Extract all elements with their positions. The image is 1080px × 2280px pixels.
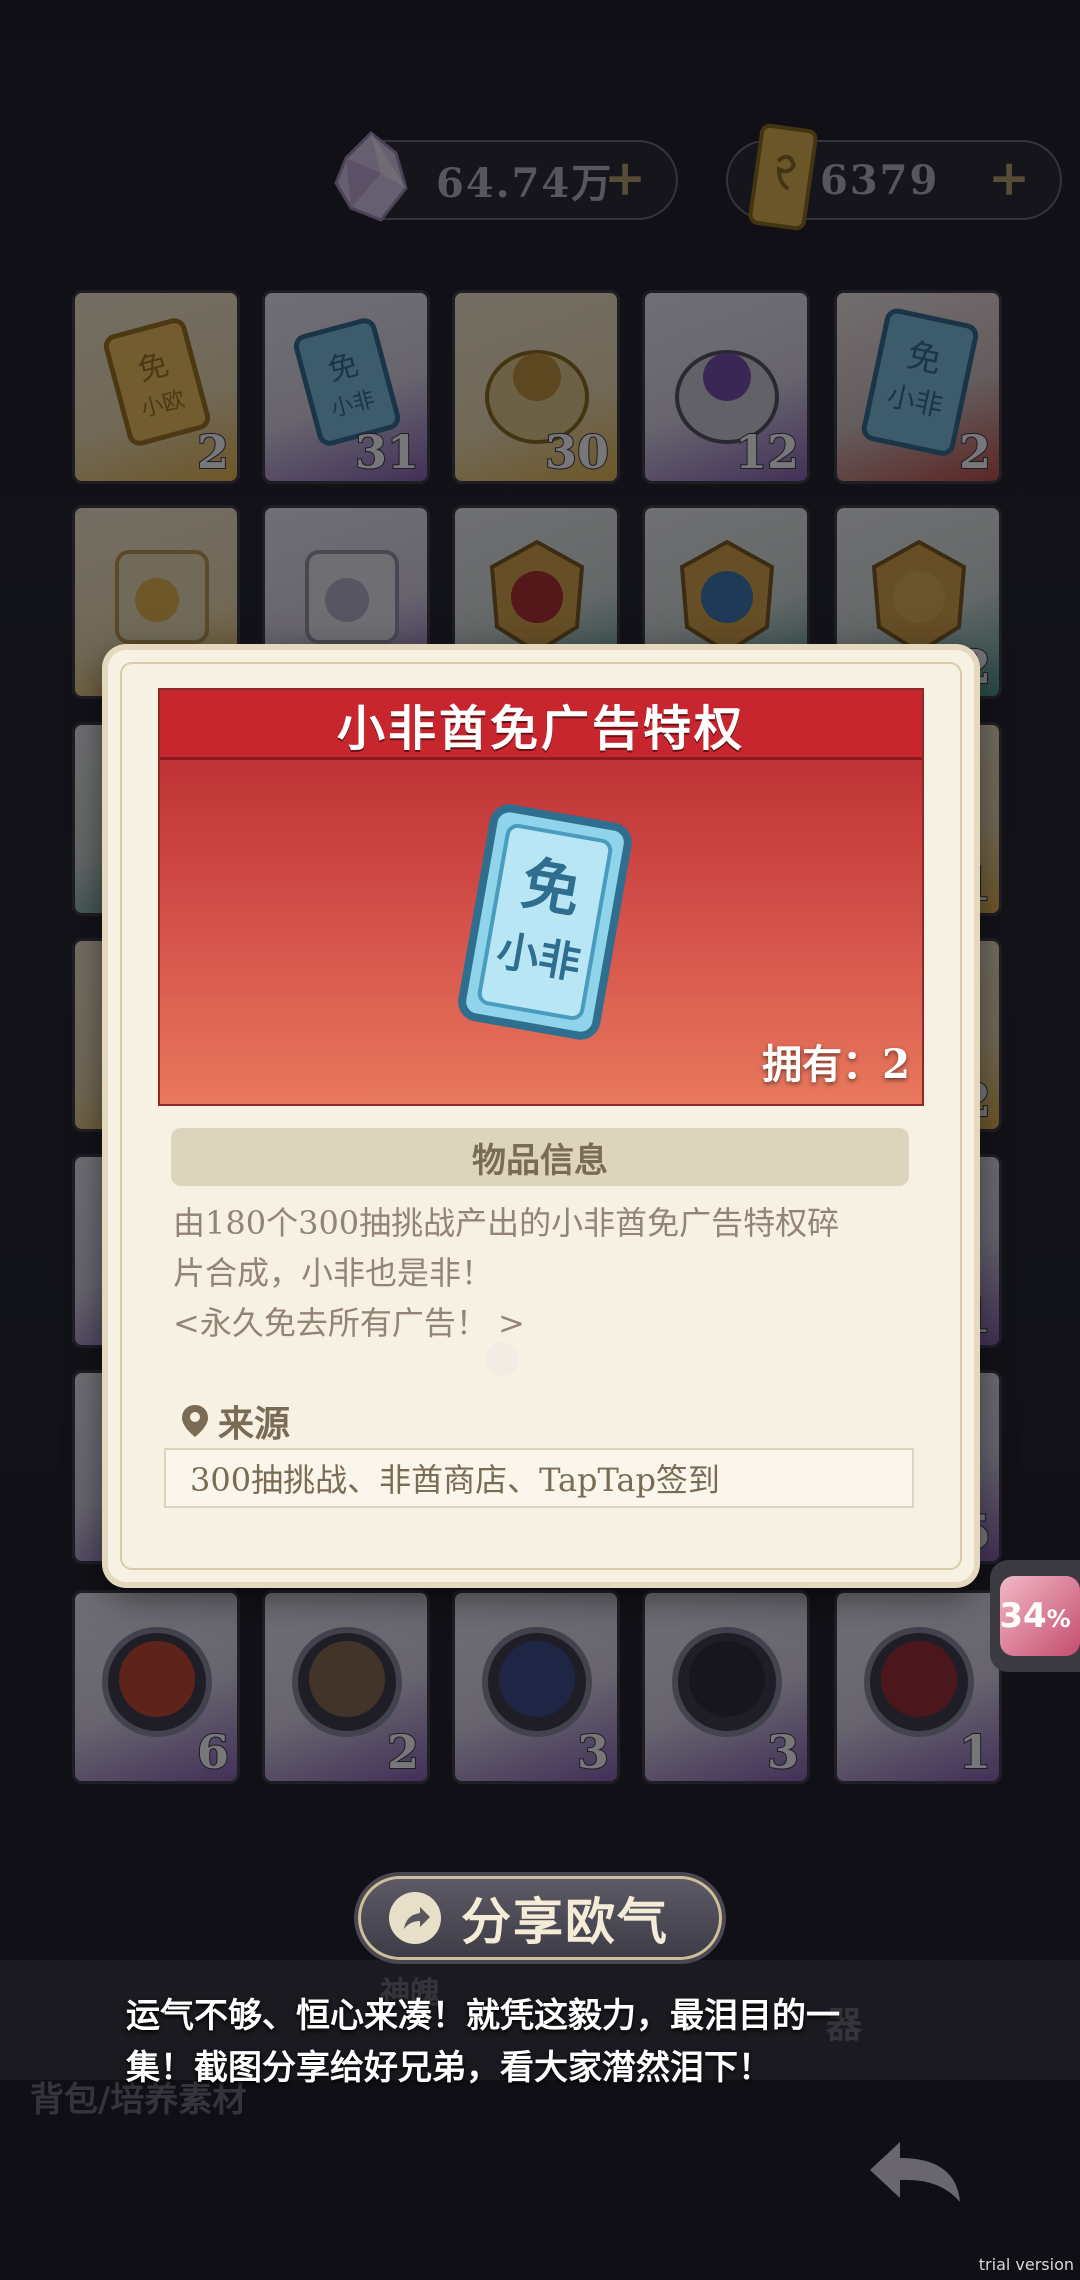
item-count: 1	[958, 1724, 992, 1780]
inventory-item[interactable]: 2	[262, 1590, 430, 1784]
caption-line: 集！截图分享给好兄弟，看大家潸然泪下！	[126, 2048, 772, 2088]
share-luck-button[interactable]: 分享欧气	[358, 1876, 722, 1960]
item-info-header: 物品信息	[171, 1128, 909, 1186]
share-caption: 运气不够、恒心来凑！就凭这毅力，最泪目的一 集！截图分享给好兄弟，看大家潸然泪下…	[126, 1990, 966, 2094]
source-list[interactable]: 300抽挑战、非酋商店、TapTap签到	[164, 1448, 914, 1508]
inventory-item[interactable]: 免 小非 2	[834, 290, 1002, 484]
share-label: 分享欧气	[461, 1892, 669, 1951]
item-count: 2	[958, 424, 992, 480]
item-count: 31	[354, 424, 420, 480]
inventory-item[interactable]: 6	[72, 1590, 240, 1784]
item-title: 小非酋免广告特权	[336, 700, 745, 757]
inventory-item[interactable]: 3	[452, 1590, 620, 1784]
description-line: 由180个300抽挑战产出的小非酋免广告特权碎	[173, 1204, 840, 1242]
description-line: <永久免去所有广告！ >	[173, 1304, 525, 1342]
source-heading: 来源	[180, 1395, 290, 1447]
gold-ticket-icon	[748, 123, 818, 231]
inventory-item[interactable]: 3	[642, 1590, 810, 1784]
item-count: 3	[576, 1724, 610, 1780]
caption-line: 运气不够、恒心来凑！就凭这毅力，最泪目的一	[126, 1996, 840, 2036]
item-detail-modal: 小非酋免广告特权 免 小非 拥有：2 物品信息 由180个300抽挑战产出的小非…	[108, 650, 974, 1582]
source-label: 来源	[218, 1403, 291, 1445]
back-arrow-icon[interactable]	[860, 2130, 970, 2210]
inventory-item[interactable]: 免 小欧 2	[72, 290, 240, 484]
watermark: trial version	[978, 2255, 1074, 2274]
inventory-item[interactable]: 30	[452, 290, 620, 484]
location-pin-icon	[182, 1405, 208, 1437]
share-arrow-icon	[389, 1892, 441, 1944]
item-count: 2	[196, 424, 230, 480]
ticket-text-top: 免	[517, 849, 586, 926]
item-count: 30	[544, 424, 610, 480]
item-count: 12	[734, 424, 800, 480]
inventory-item[interactable]: 1	[834, 1590, 1002, 1784]
currency-tickets[interactable]: 6379 +	[726, 123, 1062, 231]
crystals-value: 64.74万	[436, 160, 614, 207]
item-count: 3	[766, 1724, 800, 1780]
ad-free-ticket-icon: 免 小非	[458, 804, 632, 1040]
crystal-icon	[334, 130, 408, 222]
description-line: 片合成，小非也是非！	[173, 1254, 494, 1292]
tickets-value: 6379	[820, 156, 940, 204]
owned-count: 拥有：2	[762, 1041, 910, 1088]
progress-value: 34%	[999, 1596, 1071, 1636]
inventory-item[interactable]: 12	[642, 290, 810, 484]
item-banner: 小非酋免广告特权 免 小非 拥有：2	[158, 688, 924, 1106]
crystals-plus-button[interactable]: +	[604, 148, 646, 207]
tickets-plus-button[interactable]: +	[988, 148, 1030, 207]
item-count: 6	[196, 1724, 230, 1780]
inventory-item[interactable]: 免 小非 31	[262, 290, 430, 484]
item-description: 由180个300抽挑战产出的小非酋免广告特权碎 片合成，小非也是非！ <永久免去…	[173, 1198, 913, 1348]
item-count: 2	[386, 1724, 420, 1780]
title-bar: 小非酋免广告特权	[160, 690, 922, 760]
currency-crystals[interactable]: 64.74万 +	[334, 130, 678, 222]
progress-badge[interactable]: 34%	[990, 1560, 1080, 1672]
touch-indicator	[485, 1342, 519, 1376]
